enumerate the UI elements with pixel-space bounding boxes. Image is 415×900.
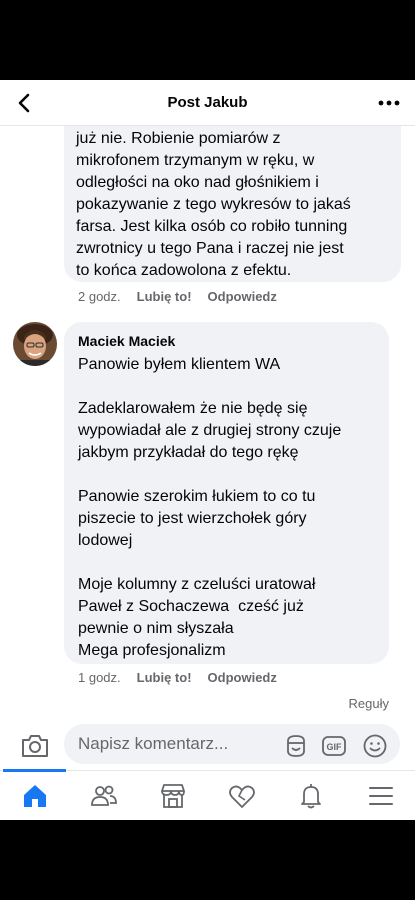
page-title: Post Jakub	[167, 94, 248, 111]
comment-input[interactable]	[64, 724, 400, 764]
marketplace-icon[interactable]	[158, 781, 188, 811]
home-icon[interactable]	[20, 781, 50, 811]
header: Post Jakub	[0, 80, 415, 126]
comment-composer: GIF	[0, 720, 415, 772]
top-bar	[0, 0, 415, 80]
reply-button[interactable]: Odpowiedz	[208, 670, 277, 685]
comment-bubble[interactable]: już nie. Robienie pomiarów z mikrofonem …	[64, 110, 401, 282]
notifications-icon[interactable]	[296, 781, 326, 811]
emoji-icon[interactable]	[362, 733, 388, 759]
reply-button[interactable]: Odpowiedz	[208, 289, 277, 304]
comment-author[interactable]: Maciek Maciek	[78, 332, 375, 350]
comment-time: 2 godz.	[78, 289, 121, 304]
more-options-icon[interactable]	[377, 92, 401, 114]
camera-icon[interactable]	[20, 732, 50, 760]
avatar-sticker-icon[interactable]	[283, 733, 309, 759]
comment-time: 1 godz.	[78, 670, 121, 685]
user-photo-icon	[13, 322, 57, 366]
comment-text: już nie. Robienie pomiarów z mikrofonem …	[76, 130, 351, 279]
comment-actions: 1 godz. Lubię to! Odpowiedz	[78, 670, 293, 685]
like-button[interactable]: Lubię to!	[137, 289, 192, 304]
comment-bubble[interactable]: Maciek Maciek Panowie byłem klientem WA …	[64, 322, 389, 664]
bottom-bar	[0, 820, 415, 900]
avatar[interactable]	[13, 322, 57, 366]
like-button[interactable]: Lubię to!	[137, 670, 192, 685]
gif-icon[interactable]: GIF	[321, 733, 347, 759]
comment-text: Panowie byłem klientem WA Zadeklarowałem…	[78, 356, 342, 659]
menu-icon[interactable]	[366, 781, 396, 811]
bottom-navigation	[0, 769, 415, 820]
svg-text:GIF: GIF	[327, 742, 343, 752]
comment-actions: 2 godz. Lubię to! Odpowiedz	[78, 289, 293, 304]
rules-link[interactable]: Reguły	[349, 696, 389, 711]
friends-icon[interactable]	[89, 781, 119, 811]
active-tab-indicator	[3, 769, 66, 772]
dating-icon[interactable]	[227, 781, 257, 811]
post-comments-screen: Post Jakub już nie. Robienie pomiarów z …	[0, 80, 415, 820]
